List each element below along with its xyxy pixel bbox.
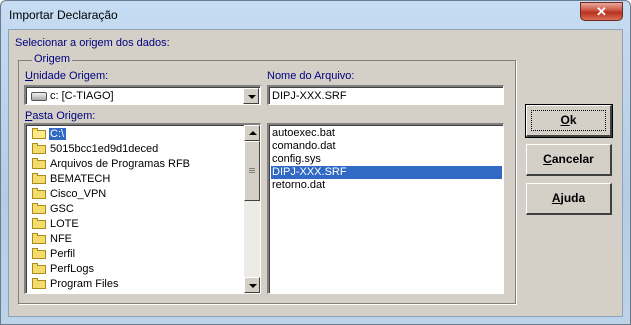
folder-icon (32, 218, 46, 229)
cancelar-hotkey: C (543, 152, 552, 166)
folder-icon (32, 203, 46, 214)
cancelar-button[interactable]: Cancelar (526, 144, 612, 176)
folder-icon (32, 143, 46, 154)
unidade-combobox[interactable]: c: [C-TIAGO] (24, 85, 261, 105)
pasta-listbox[interactable]: C:\ 5015bcc1ed9d1deced Arquivos de Program… (24, 123, 261, 294)
chevron-down-icon (248, 95, 256, 99)
file-list-item[interactable]: DIPJ-XXX.SRF (271, 166, 502, 179)
folder-icon (32, 233, 46, 244)
file-name: comando.dat (272, 140, 336, 152)
folder-name: 5015bcc1ed9d1deced (50, 143, 159, 155)
file-name: autoexec.bat (272, 127, 335, 139)
folder-list-item[interactable]: PerfLogs (28, 262, 248, 277)
file-list-item[interactable]: comando.dat (271, 140, 502, 153)
dialog-window: Importar Declaração ✕ Selecionar a orige… (0, 0, 631, 325)
file-list-item[interactable]: retorno.dat (271, 179, 502, 192)
pasta-label: Pasta Origem: (25, 110, 95, 122)
folder-name: Arquivos de Programas RFB (50, 158, 190, 170)
file-name: config.sys (272, 153, 321, 165)
unidade-label-hotkey: U (25, 70, 33, 82)
folder-list-item[interactable]: LOTE (28, 217, 248, 232)
folder-list-item[interactable]: Arquivos de Programas RFB (28, 157, 248, 172)
pasta-label-rest: asta Origem: (32, 110, 96, 122)
folder-icon (32, 173, 46, 184)
ajuda-button[interactable]: Ajuda (526, 183, 612, 215)
unidade-dropdown-button[interactable] (243, 88, 259, 104)
file-list-item[interactable]: autoexec.bat (271, 127, 502, 140)
scroll-thumb[interactable] (244, 141, 260, 201)
folder-name: GSC (50, 203, 74, 215)
origem-group-title: Origem (32, 53, 73, 65)
folder-icon (32, 248, 46, 259)
folder-name: Cisco_VPN (50, 188, 107, 200)
cancelar-label: ancelar (551, 152, 594, 166)
focus-rect (531, 110, 606, 131)
scroll-down-button[interactable] (244, 277, 260, 293)
title-bar[interactable]: Importar Declaração ✕ (1, 1, 630, 29)
file-name: DIPJ-XXX.SRF (272, 166, 347, 178)
folder-icon (32, 278, 46, 289)
close-button[interactable]: ✕ (580, 2, 623, 21)
file-name: retorno.dat (272, 179, 326, 191)
folder-icon (32, 263, 46, 274)
ajuda-label: juda (560, 191, 586, 205)
grip-line (249, 170, 255, 171)
drive-icon (31, 92, 47, 101)
folder-name: PerfLogs (50, 263, 95, 275)
folder-icon (32, 128, 46, 139)
ajuda-hotkey: A (551, 191, 561, 205)
folder-name: BEMATECH (50, 173, 111, 185)
folder-list-item[interactable]: Program Files (28, 277, 248, 292)
folder-name: LOTE (50, 218, 79, 230)
folder-name: Perfil (50, 248, 76, 260)
folder-list-item[interactable]: GSC (28, 202, 248, 217)
folder-list-item[interactable]: Perfil (28, 247, 248, 262)
close-icon: ✕ (596, 4, 607, 19)
folder-list-item[interactable]: 5015bcc1ed9d1deced (28, 142, 248, 157)
prompt-label: Selecionar a origem dos dados: (15, 37, 170, 49)
window-title: Importar Declaração (9, 8, 118, 22)
grip-line (249, 168, 255, 169)
grip-line (249, 172, 255, 173)
arquivo-value: DIPJ-XXX.SRF (272, 90, 347, 102)
arquivos-listbox[interactable]: autoexec.bat comando.dat config.sys DIPJ-XX… (267, 123, 504, 294)
folder-icon (32, 188, 46, 199)
unidade-label: Unidade Origem: (25, 70, 108, 82)
unidade-value: c: [C-TIAGO] (50, 90, 114, 102)
folder-list-item[interactable]: Cisco_VPN (28, 187, 248, 202)
folder-list-item[interactable]: BEMATECH (28, 172, 248, 187)
ok-button[interactable]: Ok (525, 104, 613, 138)
scroll-up-button[interactable] (244, 125, 260, 141)
folder-name: Program Files (50, 278, 119, 290)
folder-icon (32, 158, 46, 169)
folder-list-item[interactable]: C:\ (28, 127, 248, 142)
arquivo-label: Nome do Arquivo: (267, 70, 355, 82)
arquivo-input[interactable]: DIPJ-XXX.SRF (267, 85, 504, 105)
folder-name: NFE (50, 233, 72, 245)
folder-list-item[interactable]: NFE (28, 232, 248, 247)
chevron-up-icon (249, 131, 257, 135)
folder-name: C:\ (49, 128, 67, 140)
file-list-item[interactable]: config.sys (271, 153, 502, 166)
chevron-down-icon (249, 284, 257, 288)
unidade-label-rest: nidade Origem: (32, 70, 109, 82)
dialog-body: Selecionar a origem dos dados: Origem Un… (8, 29, 623, 317)
pasta-scrollbar[interactable] (244, 125, 260, 293)
